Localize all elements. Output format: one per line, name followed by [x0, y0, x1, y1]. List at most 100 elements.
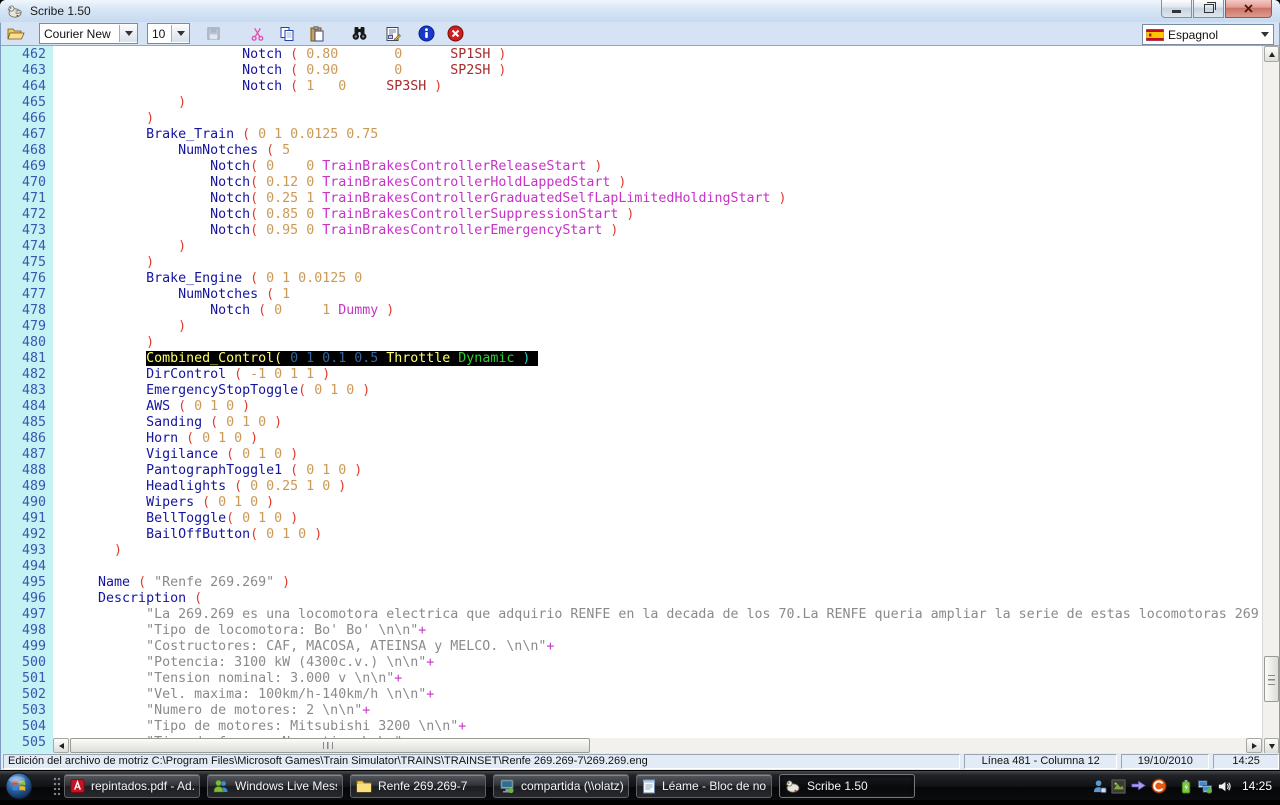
code-line[interactable]: PantographToggle1 ( 0 1 0 ): [58, 463, 1262, 479]
code-line[interactable]: Description (: [58, 591, 1262, 607]
code-line[interactable]: "Potencia: 3100 kW (4300c.v.) \n\n"+: [58, 655, 1262, 671]
taskbar-button-label: Scribe 1.50: [807, 779, 868, 793]
scroll-left-button[interactable]: [53, 738, 69, 753]
code-line[interactable]: "Tension nominal: 3.000 v \n\n"+: [58, 671, 1262, 687]
taskbar-clock[interactable]: 14:25: [1242, 779, 1276, 793]
code-area[interactable]: Notch ( 0.80 0 SP1SH ) Notch ( 0.90 0 SP…: [53, 46, 1262, 738]
code-line[interactable]: Wipers ( 0 1 0 ): [58, 495, 1262, 511]
code-line-selected[interactable]: Combined_Control( 0 1 0.1 0.5 Throttle D…: [58, 351, 1262, 367]
code-line[interactable]: NumNotches ( 5: [58, 143, 1262, 159]
app-tray-icon[interactable]: [1111, 779, 1126, 794]
code-line[interactable]: Notch( 0.95 0 TrainBrakesControllerEmerg…: [58, 223, 1262, 239]
cut-icon: [250, 26, 265, 42]
taskbar-button-messenger[interactable]: Windows Live Mess...: [207, 774, 343, 798]
code-line[interactable]: "Costructores: CAF, MACOSA, ATEINSA y ME…: [58, 639, 1262, 655]
battery-icon[interactable]: [1179, 779, 1193, 794]
code-line[interactable]: AWS ( 0 1 0 ): [58, 399, 1262, 415]
code-line[interactable]: ): [58, 335, 1262, 351]
code-line[interactable]: ): [58, 95, 1262, 111]
status-file-info: Edición del archivo de motriz C:\Program…: [3, 754, 960, 769]
code-line[interactable]: DirControl ( -1 0 1 1 ): [58, 367, 1262, 383]
language-combobox[interactable]: Espagnol: [1142, 24, 1274, 45]
code-line[interactable]: Name ( "Renfe 269.269" ): [58, 575, 1262, 591]
code-line[interactable]: Notch( 0 0 TrainBrakesControllerReleaseS…: [58, 159, 1262, 175]
code-line[interactable]: ): [58, 319, 1262, 335]
taskbar: repintados.pdf - Ad... Windows Live Mess…: [0, 770, 1280, 800]
language-combobox-arrow[interactable]: [1256, 26, 1273, 43]
code-line[interactable]: [58, 559, 1262, 575]
code-line[interactable]: Notch ( 0 1 Dummy ): [58, 303, 1262, 319]
messenger-status-icon[interactable]: [1092, 779, 1107, 794]
folder-icon: [356, 779, 372, 793]
code-line[interactable]: "Numero de motores: 2 \n\n"+: [58, 703, 1262, 719]
code-line[interactable]: ): [58, 239, 1262, 255]
scroll-up-button[interactable]: [1264, 46, 1279, 62]
code-line[interactable]: ): [58, 255, 1262, 271]
size-combobox[interactable]: 10: [147, 23, 190, 44]
code-line[interactable]: Vigilance ( 0 1 0 ): [58, 447, 1262, 463]
code-line[interactable]: EmergencyStopToggle( 0 1 0 ): [58, 383, 1262, 399]
taskbar-button-scribe[interactable]: Scribe 1.50: [779, 774, 915, 798]
font-combobox[interactable]: Courier New: [39, 23, 138, 44]
vertical-scrollbar-thumb[interactable]: [1264, 656, 1279, 702]
code-line[interactable]: BellToggle( 0 1 0 ): [58, 511, 1262, 527]
taskbar-button-compartida[interactable]: compartida (\\olatz)...: [493, 774, 629, 798]
chevron-down-icon: [1261, 32, 1269, 37]
code-line[interactable]: "Vel. maxima: 100km/h-140km/h \n\n"+: [58, 687, 1262, 703]
code-line[interactable]: ): [58, 543, 1262, 559]
font-combobox-arrow[interactable]: [119, 25, 137, 42]
horizontal-scrollbar[interactable]: [53, 738, 1262, 754]
shared-folder-icon: [499, 778, 515, 794]
open-file-button[interactable]: [5, 24, 27, 44]
code-line[interactable]: NumNotches ( 1: [58, 287, 1262, 303]
taskbar-button-renfe-folder[interactable]: Renfe 269.269-7: [350, 774, 486, 798]
code-line[interactable]: "Tipo de motores: Mitsubishi 3200 \n\n"+: [58, 719, 1262, 735]
taskbar-button-leame-notepad[interactable]: Léame - Bloc de not...: [636, 774, 772, 798]
line-number: 505: [1, 735, 53, 751]
line-number: 477: [1, 287, 53, 303]
status-bar: Edición del archivo de motriz C:\Program…: [1, 753, 1279, 770]
save-button[interactable]: [202, 24, 224, 44]
code-line[interactable]: "Tipo de locomotora: Bo' Bo' \n\n"+: [58, 623, 1262, 639]
code-line[interactable]: Notch ( 1 0 SP3SH ): [58, 79, 1262, 95]
info-button[interactable]: [415, 24, 437, 44]
horizontal-scrollbar-thumb[interactable]: [70, 738, 590, 753]
code-line[interactable]: Notch ( 0.90 0 SP2SH ): [58, 63, 1262, 79]
sync-arrows-icon[interactable]: [1130, 779, 1147, 793]
start-button[interactable]: [5, 772, 33, 800]
taskbar-button-repintados-pdf[interactable]: repintados.pdf - Ad...: [64, 774, 200, 798]
taskbar-button-label: Windows Live Mess...: [235, 779, 337, 793]
code-line[interactable]: Headlights ( 0 0.25 1 0 ): [58, 479, 1262, 495]
paste-button[interactable]: [306, 24, 328, 44]
code-line[interactable]: Brake_Train ( 0 1 0.0125 0.75: [58, 127, 1262, 143]
titlebar[interactable]: Scribe 1.50: [0, 0, 1280, 23]
preview-button[interactable]: [382, 24, 404, 44]
copy-button[interactable]: [276, 24, 298, 44]
code-line[interactable]: "La 269.269 es una locomotora electrica …: [58, 607, 1262, 623]
cut-button[interactable]: [246, 24, 268, 44]
size-combobox-arrow[interactable]: [171, 25, 189, 42]
minimize-button[interactable]: [1161, 0, 1192, 18]
code-line[interactable]: Notch( 0.12 0 TrainBrakesControllerHoldL…: [58, 175, 1262, 191]
restore-button[interactable]: [1193, 0, 1224, 18]
code-line[interactable]: Notch( 0.85 0 TrainBrakesControllerSuppr…: [58, 207, 1262, 223]
close-button[interactable]: [1225, 0, 1272, 18]
scroll-down-button[interactable]: [1264, 738, 1279, 754]
code-line[interactable]: Notch( 0.25 1 TrainBrakesControllerGradu…: [58, 191, 1262, 207]
code-line[interactable]: Notch ( 0.80 0 SP1SH ): [58, 47, 1262, 63]
security-icon[interactable]: [1151, 778, 1167, 794]
code-line[interactable]: BailOffButton( 0 1 0 ): [58, 527, 1262, 543]
volume-icon[interactable]: [1217, 779, 1232, 794]
scroll-right-button[interactable]: [1246, 738, 1262, 753]
code-line[interactable]: Sanding ( 0 1 0 ): [58, 415, 1262, 431]
code-line[interactable]: Horn ( 0 1 0 ): [58, 431, 1262, 447]
taskbar-grip[interactable]: [53, 777, 60, 795]
find-button[interactable]: [348, 24, 370, 44]
line-number: 495: [1, 575, 53, 591]
code-line[interactable]: ): [58, 111, 1262, 127]
vertical-scrollbar[interactable]: [1262, 46, 1279, 754]
line-number: 499: [1, 639, 53, 655]
code-line[interactable]: Brake_Engine ( 0 1 0.0125 0: [58, 271, 1262, 287]
network-icon[interactable]: [1197, 779, 1213, 794]
exit-button[interactable]: [444, 24, 466, 44]
